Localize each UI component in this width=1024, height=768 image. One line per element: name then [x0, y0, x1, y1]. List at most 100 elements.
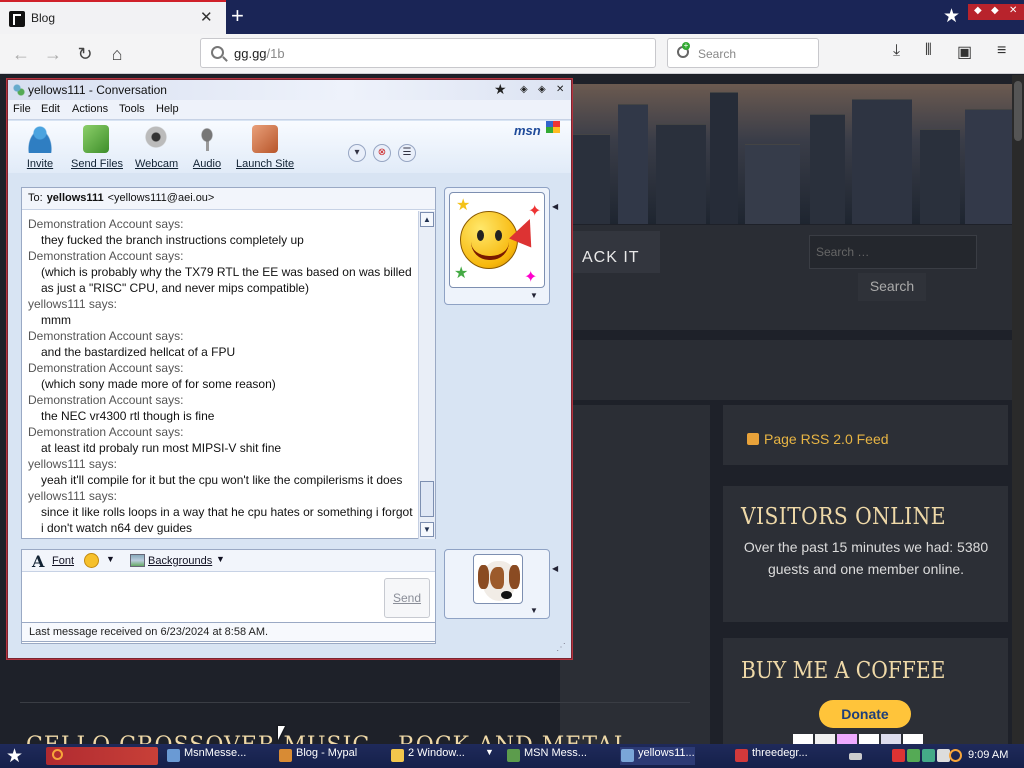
- site-search-button[interactable]: Search: [858, 273, 926, 301]
- font-button[interactable]: Font: [52, 555, 74, 567]
- msn-toolbar: Invite Send Files Webcam Audio Launch Si…: [8, 121, 571, 173]
- site-search-input[interactable]: Search …: [809, 235, 977, 269]
- collapse-icon[interactable]: ◀: [552, 202, 558, 211]
- taskbar-item-msn-messenger[interactable]: MSN Mess...: [506, 747, 587, 765]
- search-icon[interactable]: [949, 749, 962, 762]
- taskbar-item-windows[interactable]: 2 Window... ▼: [390, 747, 494, 765]
- menu-item[interactable]: ACK IT: [568, 231, 660, 273]
- menu-file[interactable]: File: [13, 103, 31, 115]
- chat-scroll-thumb[interactable]: [420, 481, 434, 517]
- send-files-label: Send Files: [71, 158, 123, 170]
- backgrounds-icon[interactable]: [130, 554, 145, 567]
- back-icon[interactable]: ←: [9, 42, 33, 66]
- collapse-icon[interactable]: ◀: [552, 564, 558, 573]
- smiley-icon: [460, 211, 541, 269]
- status-line: Last message received on 6/23/2024 at 8:…: [21, 622, 436, 642]
- header-image: [560, 84, 1012, 224]
- to-line: To: yellows111 <yellows111@aei.ou>: [22, 188, 435, 210]
- msn-buddy-icon: [12, 83, 26, 97]
- forward-icon[interactable]: →: [41, 42, 65, 66]
- maximize-icon[interactable]: ◈: [538, 84, 546, 95]
- rss-link[interactable]: Page RSS 2.0 Feed: [764, 431, 889, 447]
- page-scroll-thumb[interactable]: [1014, 81, 1022, 141]
- quick-launch: [46, 747, 158, 765]
- message-sender: Demonstration Account says:: [28, 361, 184, 375]
- msn-tray-icon[interactable]: [907, 749, 920, 762]
- launch-site-button[interactable]: Launch Site: [236, 125, 294, 170]
- taskbar-item-msn[interactable]: MsnMesse...: [166, 747, 246, 765]
- url-bar[interactable]: gg.gg/1b: [200, 38, 656, 68]
- maximize-icon[interactable]: ◆: [991, 5, 999, 16]
- close-window-icon[interactable]: ✕: [1009, 5, 1017, 16]
- taskbar-item-label: MsnMesse...: [184, 747, 247, 759]
- backgrounds-button[interactable]: Backgrounds: [148, 555, 212, 567]
- start-button-icon[interactable]: ★: [6, 745, 23, 768]
- menu-edit[interactable]: Edit: [41, 103, 60, 115]
- search-icon[interactable]: [52, 749, 63, 760]
- new-tab-button[interactable]: +: [231, 3, 244, 29]
- screen: { "browser": { "tab_title": "Blog", "tab…: [0, 0, 1024, 768]
- threedegrees-icon: [735, 749, 748, 762]
- reload-icon[interactable]: ↻: [73, 42, 97, 66]
- msn-titlebar[interactable]: yellows111 - Conversation ★ ◈ ◈ ✕: [8, 80, 571, 100]
- network-icon[interactable]: [922, 749, 935, 762]
- emoticon-icon[interactable]: [84, 553, 99, 568]
- audio-button[interactable]: Audio: [190, 125, 224, 170]
- scroll-up-icon[interactable]: ▲: [420, 212, 434, 227]
- message-input[interactable]: [22, 572, 377, 622]
- menu-actions[interactable]: Actions: [72, 103, 108, 115]
- invite-label: Invite: [26, 158, 54, 170]
- taskbar-item-blog[interactable]: Blog - Mypal: [278, 747, 357, 765]
- message-text: (which is probably why the TX79 RTL the …: [41, 265, 412, 295]
- download-icon[interactable]: ⤓: [893, 42, 900, 60]
- avatar-dropdown-icon[interactable]: ▼: [530, 606, 538, 615]
- avatar-dropdown-icon[interactable]: ▼: [530, 291, 538, 300]
- minimize-icon[interactable]: ◈: [520, 84, 528, 95]
- menu-tools[interactable]: Tools: [119, 103, 145, 115]
- taskbar-item-conversation[interactable]: yellows11...: [620, 747, 695, 765]
- font-icon[interactable]: A: [32, 552, 44, 571]
- scroll-down-icon[interactable]: ▼: [420, 522, 434, 537]
- my-avatar[interactable]: [473, 554, 523, 604]
- library-icon[interactable]: ⫴: [925, 42, 932, 60]
- resize-grip-icon[interactable]: ⋰: [556, 642, 566, 653]
- taskbar-item-threedegrees[interactable]: threedegr...: [734, 747, 808, 765]
- tray-app-icon[interactable]: [892, 749, 905, 762]
- close-tab-icon[interactable]: ✕: [200, 10, 213, 26]
- more-options-icon[interactable]: ▾: [348, 144, 366, 162]
- message-sender: yellows111 says:: [28, 457, 117, 471]
- menu-icon[interactable]: ≡: [997, 42, 1006, 60]
- backgrounds-dropdown-icon[interactable]: ▼: [216, 554, 225, 564]
- msn-icon: [167, 749, 180, 762]
- keyboard-icon[interactable]: [849, 753, 862, 760]
- contact-list-icon[interactable]: ☰: [398, 144, 416, 162]
- search-bar[interactable]: + Search: [667, 38, 819, 68]
- divider: [20, 702, 690, 703]
- msn-conversation-window: yellows111 - Conversation ★ ◈ ◈ ✕ File E…: [7, 79, 572, 659]
- send-button[interactable]: Send: [384, 578, 430, 618]
- emoticon-dropdown-icon[interactable]: ▼: [106, 554, 115, 564]
- menu-help[interactable]: Help: [156, 103, 179, 115]
- invite-button[interactable]: Invite: [22, 125, 58, 170]
- close-icon[interactable]: ✕: [556, 84, 564, 95]
- home-icon[interactable]: ⌂: [105, 42, 129, 66]
- group-dropdown-icon[interactable]: ▼: [485, 747, 494, 757]
- donate-button[interactable]: Donate: [819, 700, 911, 728]
- message-text: and the bastardized hellcat of a FPU: [41, 345, 236, 359]
- page-scrollbar[interactable]: [1012, 75, 1024, 745]
- send-files-icon: [83, 125, 109, 153]
- tab-blog[interactable]: Blog ✕: [0, 0, 226, 34]
- taskbar-item-label: 2 Window...: [408, 747, 465, 759]
- contact-avatar[interactable]: ★ ✦ ★ ✦: [449, 192, 545, 288]
- message-text: since it like rolls loops in a way that …: [41, 505, 413, 535]
- contact-name: yellows111: [46, 192, 104, 204]
- block-icon[interactable]: ⊗: [373, 144, 391, 162]
- clock[interactable]: 9:09 AM: [968, 749, 1008, 761]
- sidebar-icon[interactable]: ▣: [957, 42, 972, 62]
- coffee-title: BUY ME A COFFEE: [741, 658, 946, 684]
- minimize-icon[interactable]: ◆: [974, 5, 982, 16]
- send-files-button[interactable]: Send Files: [71, 125, 123, 170]
- webcam-button[interactable]: Webcam: [135, 125, 178, 170]
- message-text: they fucked the branch instructions comp…: [41, 233, 304, 247]
- chat-scrollbar[interactable]: ▲ ▼: [418, 211, 435, 539]
